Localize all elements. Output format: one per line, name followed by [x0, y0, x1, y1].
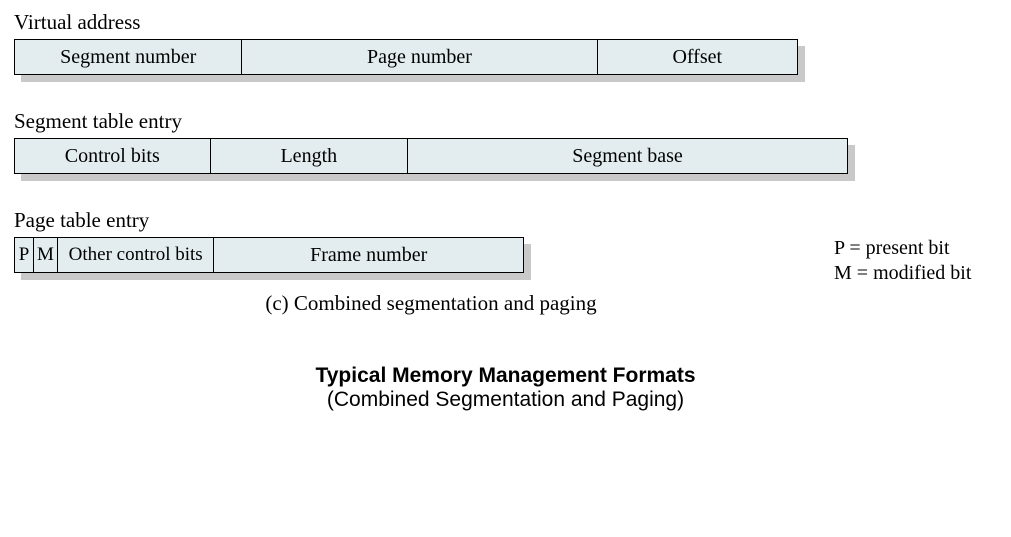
field-p-bit: P — [15, 238, 34, 272]
field-m-bit: M — [34, 238, 58, 272]
strip-segment-table-entry: Control bits Length Segment base — [14, 138, 848, 174]
bottom-title-block: Typical Memory Management Formats (Combi… — [14, 364, 997, 412]
field-length: Length — [211, 139, 409, 173]
bottom-subtitle: (Combined Segmentation and Paging) — [14, 388, 997, 412]
strip-virtual-address: Segment number Page number Offset — [14, 39, 798, 75]
field-other-control-bits: Other control bits — [58, 238, 214, 272]
field-segment-base: Segment base — [408, 139, 847, 173]
label-virtual-address: Virtual address — [14, 10, 997, 35]
caption-c: (c) Combined segmentation and paging — [14, 291, 848, 316]
strip-page-table-entry: P M Other control bits Frame number — [14, 237, 524, 273]
field-frame-number: Frame number — [214, 238, 523, 272]
field-segment-number: Segment number — [15, 40, 242, 74]
field-page-number: Page number — [242, 40, 597, 74]
legend-box: P = present bit M = modified bit — [834, 236, 971, 286]
bottom-title: Typical Memory Management Formats — [14, 364, 997, 388]
field-offset: Offset — [598, 40, 798, 74]
section-virtual-address: Virtual address Segment number Page numb… — [14, 10, 997, 75]
legend-m: M = modified bit — [834, 261, 971, 286]
field-control-bits: Control bits — [15, 139, 211, 173]
legend-p: P = present bit — [834, 236, 971, 261]
section-segment-table-entry: Segment table entry Control bits Length … — [14, 109, 997, 174]
label-page-table-entry: Page table entry — [14, 208, 997, 233]
label-segment-table-entry: Segment table entry — [14, 109, 997, 134]
section-page-table-entry: Page table entry P M Other control bits … — [14, 208, 997, 316]
